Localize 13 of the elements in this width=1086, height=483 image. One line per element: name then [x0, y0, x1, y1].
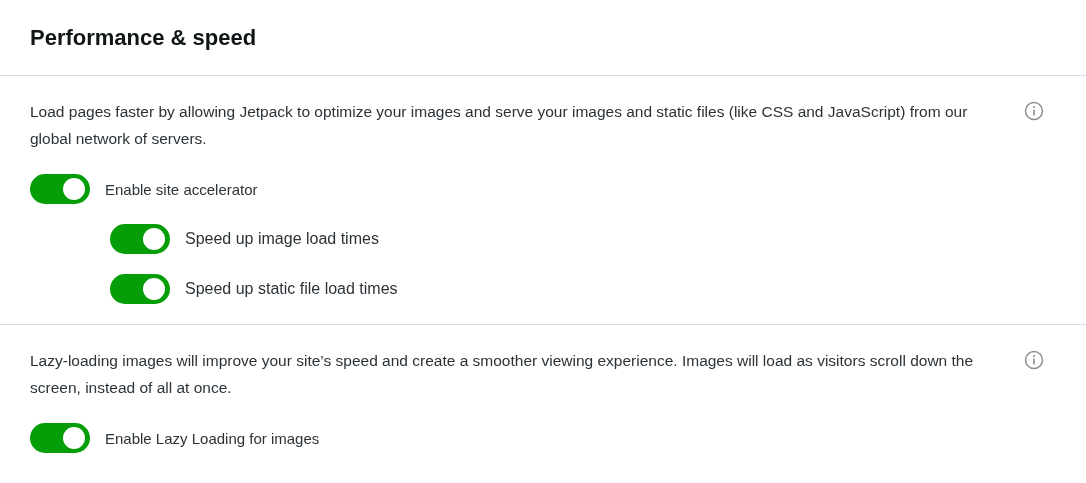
toggle-switch[interactable] [110, 224, 170, 254]
toggle-label: Enable Lazy Loading for images [105, 429, 320, 447]
toggle-label: Speed up image load times [185, 230, 379, 248]
page-title: Performance & speed [30, 24, 257, 51]
info-icon[interactable] [1024, 350, 1044, 370]
toggle-switch[interactable] [30, 423, 90, 453]
toggle-switch[interactable] [110, 274, 170, 304]
toggle-label: Speed up static file load times [185, 280, 398, 298]
section-description: Lazy-loading images will improve your site’s speed and create a smoother viewing experience. Images will load as visitors scroll down the screen, instead of all at once. [30, 351, 975, 398]
section-description: Load pages faster by allowing Jetpack to optimize your images and serve your images and static files (like CSS and JavaScript) from our global network of servers. [30, 102, 969, 149]
toggle-switch[interactable] [30, 174, 90, 204]
toggle-label: Enable site accelerator [105, 180, 258, 198]
info-icon[interactable] [1024, 101, 1044, 121]
